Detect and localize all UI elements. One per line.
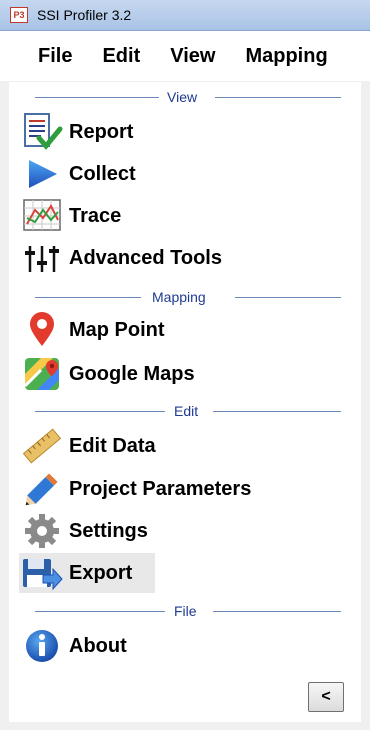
nav-label: Project Parameters [69, 477, 252, 500]
divider [213, 610, 341, 612]
menu-edit[interactable]: Edit [102, 45, 140, 68]
nav-map-point[interactable]: Map Point [19, 310, 165, 350]
section-label: View [161, 89, 204, 105]
divider [35, 410, 165, 412]
menu-mapping[interactable]: Mapping [245, 45, 327, 68]
ruler-icon [19, 426, 65, 466]
divider [235, 296, 341, 298]
divider [35, 296, 141, 298]
divider [35, 610, 165, 612]
menu-bar: File Edit View Mapping [0, 31, 370, 81]
nav-edit-data[interactable]: Edit Data [19, 426, 156, 466]
window-title: SSI Profiler 3.2 [37, 7, 132, 23]
report-icon [19, 112, 65, 152]
map-pin-icon [19, 310, 65, 350]
section-label: Mapping [146, 289, 212, 305]
section-header-file: File [9, 600, 361, 622]
nav-about[interactable]: About [19, 626, 127, 666]
nav-label: Map Point [69, 318, 165, 341]
divider [213, 410, 341, 412]
collapse-panel-button[interactable]: < [308, 682, 344, 712]
info-icon [19, 626, 65, 666]
title-bar: P3 SSI Profiler 3.2 [0, 0, 370, 31]
section-header-edit: Edit [9, 400, 361, 422]
divider [215, 96, 341, 98]
nav-label: Google Maps [69, 362, 195, 385]
trace-chart-icon [19, 196, 65, 236]
gear-icon [19, 511, 65, 551]
nav-advanced-tools[interactable]: Advanced Tools [19, 238, 222, 278]
nav-google-maps[interactable]: Google Maps [19, 354, 195, 394]
section-header-view: View [9, 86, 361, 108]
section-header-mapping: Mapping [9, 286, 361, 308]
nav-label: Edit Data [69, 434, 156, 457]
nav-report[interactable]: Report [19, 112, 133, 152]
nav-collect[interactable]: Collect [19, 154, 136, 194]
nav-project-parameters[interactable]: Project Parameters [19, 469, 251, 509]
nav-label: About [69, 634, 127, 657]
play-icon [19, 154, 65, 194]
nav-trace[interactable]: Trace [19, 196, 121, 236]
navigation-panel: View Report Collect Trace Advanced Tools… [9, 82, 361, 722]
nav-label: Settings [69, 519, 148, 542]
nav-export[interactable]: Export [19, 553, 155, 593]
nav-label: Export [69, 561, 133, 584]
nav-settings[interactable]: Settings [19, 511, 148, 551]
menu-view[interactable]: View [170, 45, 215, 68]
google-maps-icon [19, 354, 65, 394]
sliders-icon [19, 238, 65, 278]
divider [35, 96, 159, 98]
section-label: File [168, 603, 203, 619]
nav-label: Collect [69, 162, 136, 185]
nav-label: Advanced Tools [69, 246, 222, 269]
nav-label: Trace [69, 204, 122, 227]
menu-file[interactable]: File [38, 45, 72, 68]
pencil-icon [19, 469, 65, 509]
nav-label: Report [69, 120, 134, 143]
app-icon: P3 [10, 7, 28, 23]
floppy-export-icon [19, 553, 65, 593]
section-label: Edit [168, 403, 205, 419]
